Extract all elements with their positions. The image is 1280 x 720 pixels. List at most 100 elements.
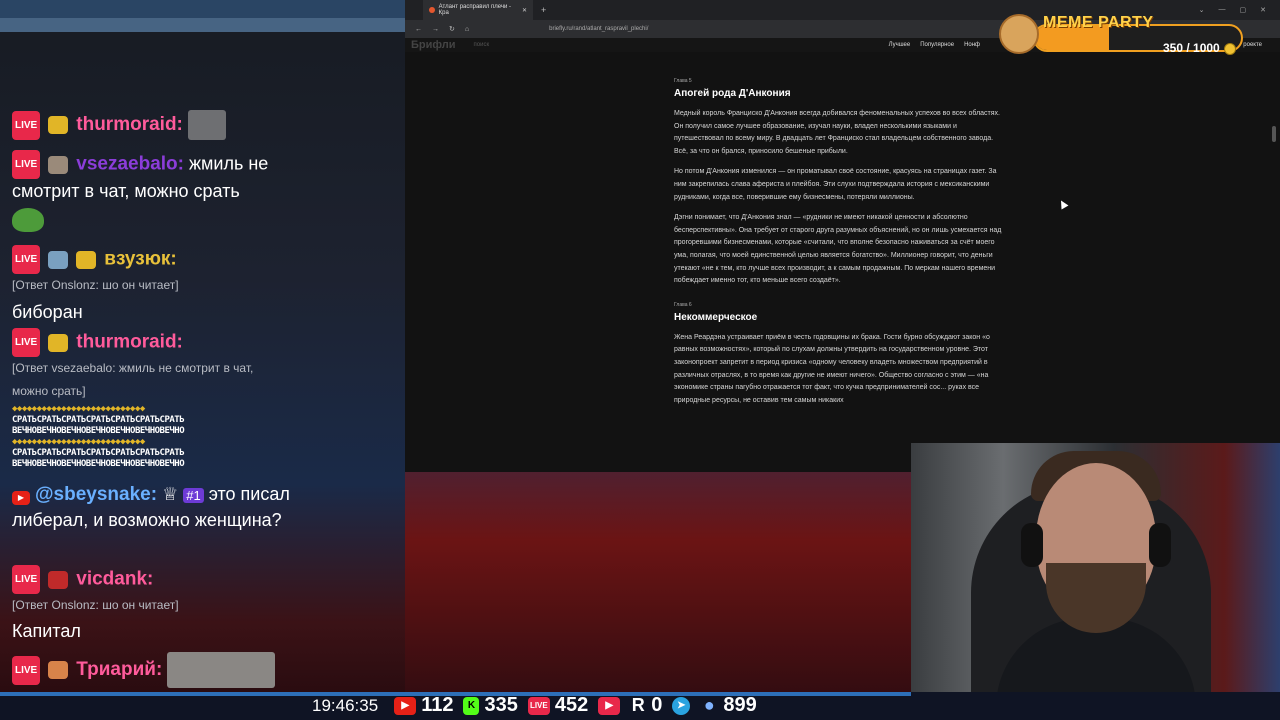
article-body: Глава 5 Апогей рода Д'Анкония Медный кор…: [674, 78, 1004, 415]
close-tab-icon[interactable]: ✕: [522, 7, 527, 14]
webcam-feed: [911, 443, 1280, 720]
meme-party-widget: MEME PARTY 350 / 1000: [995, 12, 1245, 55]
new-tab-icon[interactable]: +: [541, 5, 546, 15]
stream-layout: LIVE thurmoraid: LIVE vsezaebalo: жмиль …: [0, 0, 1280, 720]
forward-icon[interactable]: →: [432, 26, 439, 33]
chat-message: LIVE vsezaebalo: жмиль не смотрит в чат,…: [12, 150, 302, 239]
chat-panel: LIVE thurmoraid: LIVE vsezaebalo: жмиль …: [0, 0, 405, 692]
youtube-icon: ▶: [12, 490, 30, 505]
vk-live-count: 452: [554, 694, 589, 716]
close-window-icon[interactable]: ✕: [1260, 6, 1266, 14]
kick-count: 335: [484, 694, 518, 716]
chat-message: ▶ @sbeysnake: ♕ #1 это писал либерал, и …: [12, 482, 302, 533]
chat-username[interactable]: thurmoraid:: [76, 114, 183, 135]
sub-badge-icon: [48, 661, 69, 679]
chapter-title: Некоммерческое: [674, 311, 758, 323]
vk-video-stat: ▶: [598, 696, 621, 715]
youtube-count: 112: [421, 694, 454, 716]
browser-tab[interactable]: Атлант расправил плечи - Кра ✕: [423, 0, 533, 20]
kick-icon: K: [463, 696, 480, 715]
nav-about[interactable]: роекте: [1243, 42, 1262, 48]
paragraph: Медный король Франциско Д'Анкония всегда…: [674, 110, 1000, 155]
scrollbar-thumb[interactable]: [1272, 126, 1276, 142]
chat-username[interactable]: Триарий:: [76, 659, 162, 680]
meme-party-title: MEME PARTY: [1043, 14, 1154, 31]
live-badge: LIVE: [12, 655, 41, 685]
live-badge: LIVE: [12, 245, 41, 274]
rutube-count: 0: [651, 694, 663, 716]
live-badge: LIVE: [12, 150, 41, 179]
live-badge: LIVE: [12, 110, 41, 140]
sub-badge-icon: [76, 250, 97, 269]
back-icon[interactable]: ←: [415, 26, 422, 33]
emote-spam: ◆◆◆◆◆◆◆◆◆◆◆◆◆◆◆◆◆◆◆◆◆◆◆◆◆◆◆ СРАТЬСРАТЬСР…: [12, 404, 302, 474]
mouse-cursor-icon: [1057, 198, 1069, 210]
spam-text: ВЕЧНОВЕЧНОВЕЧНОВЕЧНОВЕЧНОВЕЧНОВЕЧНО: [12, 459, 185, 469]
chat-message: LIVE Триарий:: [12, 652, 276, 688]
favicon-icon: [429, 7, 435, 13]
telegram-icon: ➤: [672, 696, 691, 715]
money-emote-row-icon: ◆◆◆◆◆◆◆◆◆◆◆◆◆◆◆◆◆◆◆◆◆◆◆◆◆◆◆: [12, 437, 145, 447]
demon-badge-icon: [48, 570, 69, 589]
site-search-input[interactable]: поиск: [474, 42, 490, 48]
spam-text: СРАТЬСРАТЬСРАТЬСРАТЬСРАТЬСРАТЬСРАТЬ: [12, 448, 185, 458]
telegram-stat: ➤: [672, 696, 691, 715]
nav-best[interactable]: Лучшее: [889, 42, 911, 48]
viewers-count: 899: [723, 694, 757, 716]
nav-nonfiction[interactable]: Нонф: [964, 42, 980, 48]
chapter-title: Апогей рода Д'Анкония: [674, 88, 791, 99]
vk-live-icon: LIVE: [527, 696, 550, 715]
vk-video-icon: ▶: [598, 696, 621, 715]
chat-message: LIVE thurmoraid:: [12, 110, 226, 140]
sub-badge-icon: [48, 116, 69, 134]
chat-header: [0, 0, 405, 32]
browser-window: Атлант расправил плечи - Кра ✕ + ⌄ — ▢ ✕…: [405, 0, 1280, 472]
clock: 19:46:35: [312, 695, 379, 715]
nav-popular[interactable]: Популярное: [920, 42, 954, 48]
sub-badge-icon: [48, 250, 69, 269]
chat-username[interactable]: thurmoraid:: [76, 331, 183, 352]
chat-message: LIVE взузюк: [Ответ Onslonz: шо он читае…: [12, 245, 179, 325]
user-icon: ●: [703, 695, 715, 715]
youtube-icon: ▶: [394, 696, 417, 715]
chat-username[interactable]: взузюк:: [104, 248, 176, 269]
sub-badge-icon: [48, 155, 69, 174]
tab-title: Атлант расправил плечи - Кра: [438, 4, 512, 16]
meme-party-progress: 350 / 1000: [1163, 41, 1220, 55]
reload-icon[interactable]: ↻: [449, 25, 455, 33]
kick-stat: K 335: [463, 694, 518, 717]
chat-reply: [Ответ Onslonz: шо он читает]: [12, 598, 179, 612]
cat-emote-icon: [187, 110, 226, 140]
money-emote-row-icon: ◆◆◆◆◆◆◆◆◆◆◆◆◆◆◆◆◆◆◆◆◆◆◆◆◆◆◆: [12, 404, 145, 414]
viewers-stat: ● 899: [700, 694, 757, 717]
chat-text: Капитал: [12, 621, 81, 641]
rutube-icon: R: [631, 695, 645, 715]
stream-stats: 19:46:35 ▶ 112 K 335 LIVE 452 ▶ R 0 ➤ ● …: [312, 694, 757, 717]
chat-text: биборан: [12, 302, 83, 322]
url-field[interactable]: briefly.ru/rand/atlant_raspravil_plechi/: [549, 26, 648, 32]
chat-message: LIVE thurmoraid: [Ответ vsezaebalo: жмил…: [12, 328, 282, 403]
youtube-stat: ▶ 112: [394, 694, 453, 717]
chapter-label: Глава 5: [674, 78, 692, 84]
paragraph: Дэгни понимает, что Д'Анкония знал — «ру…: [674, 214, 1002, 285]
chat-reply: [Ответ Onslonz: шо он читает]: [12, 278, 179, 292]
spam-text: СРАТЬСРАТЬСРАТЬСРАТЬСРАТЬСРАТЬСРАТЬ: [12, 415, 185, 425]
home-icon[interactable]: ⌂: [465, 26, 469, 33]
chat-username[interactable]: vicdank:: [76, 568, 153, 589]
chat-username[interactable]: vsezaebalo:: [76, 153, 184, 174]
frog-emote-icon: [12, 208, 44, 232]
spam-text: ВЕЧНОВЕЧНОВЕЧНОВЕЧНОВЕЧНОВЕЧНОВЕЧНО: [12, 426, 185, 436]
chat-username[interactable]: @sbeysnake:: [35, 484, 157, 505]
doge-icon: [999, 14, 1039, 54]
chat-reply: [Ответ vsezaebalo: жмиль не смотрит в ча…: [12, 361, 254, 398]
paragraph: Но потом Д'Анкония изменился — он промат…: [674, 168, 997, 201]
chapter-label: Глава 6: [674, 301, 692, 308]
paragraph: Жена Реардэна устраивает приём в честь г…: [674, 333, 990, 404]
live-badge: LIVE: [12, 565, 41, 594]
rutube-stat: R 0: [630, 694, 663, 717]
site-logo[interactable]: Брифли: [411, 39, 456, 51]
live-badge: LIVE: [12, 328, 41, 357]
cat-emote-icon: [167, 652, 276, 688]
sub-badge-icon: [48, 333, 69, 352]
rank-badge: #1: [183, 488, 204, 503]
